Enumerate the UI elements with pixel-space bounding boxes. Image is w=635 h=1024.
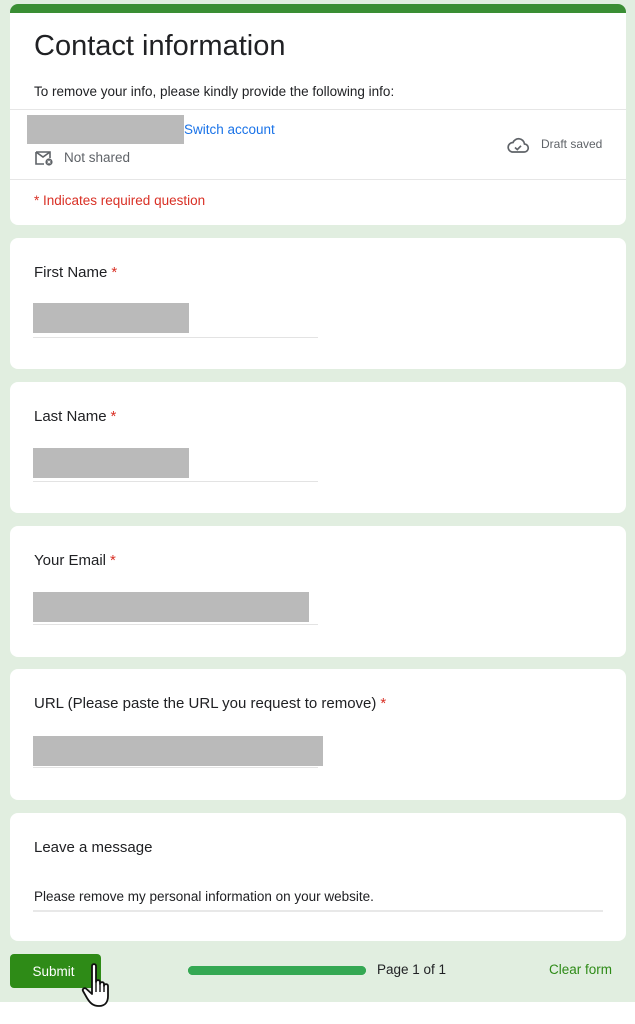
progress-bar-fill — [188, 966, 366, 975]
required-asterisk: * — [111, 264, 118, 281]
form-description: To remove your info, please kindly provi… — [34, 84, 395, 99]
question-label: Leave a message — [34, 839, 152, 856]
divider — [10, 179, 626, 180]
input-underline — [33, 767, 318, 768]
account-email-redacted — [27, 115, 184, 144]
header-accent-bar — [10, 4, 626, 13]
first-name-input[interactable] — [33, 303, 189, 333]
input-underline — [33, 910, 603, 912]
form-title: Contact information — [34, 30, 286, 62]
question-card-message: Leave a message Please remove my persona… — [10, 813, 626, 941]
question-label: URL (Please paste the URL you request to… — [34, 695, 386, 712]
switch-account-link[interactable]: Switch account — [184, 122, 275, 137]
clear-form-button[interactable]: Clear form — [549, 962, 612, 977]
page-indicator: Page 1 of 1 — [377, 962, 447, 977]
question-label: Last Name * — [34, 408, 116, 425]
hand-pointer-cursor-icon — [81, 963, 109, 1007]
not-shared-label: Not shared — [64, 150, 131, 165]
required-asterisk: * — [109, 552, 116, 569]
cloud-check-icon — [507, 137, 530, 153]
progress-bar — [188, 966, 366, 975]
question-title: First Name — [34, 264, 108, 281]
question-title: Leave a message — [34, 839, 153, 856]
question-title: URL (Please paste the URL you request to… — [34, 695, 377, 712]
draft-saved-status: Draft saved — [541, 137, 603, 151]
question-card-first-name: First Name * — [10, 238, 626, 369]
input-underline — [33, 337, 318, 338]
required-asterisk: * — [380, 695, 387, 712]
message-input[interactable]: Please remove my personal information on… — [34, 889, 374, 904]
question-card-url: URL (Please paste the URL you request to… — [10, 669, 626, 800]
question-title: Your Email — [34, 552, 106, 569]
question-card-email: Your Email * — [10, 526, 626, 657]
mail-off-icon — [35, 151, 53, 166]
form-header-card: Contact information To remove your info,… — [10, 4, 626, 225]
email-input[interactable] — [33, 592, 309, 622]
required-question-note: * Indicates required question — [34, 193, 206, 208]
input-underline — [33, 624, 318, 625]
required-asterisk: * — [110, 408, 117, 425]
question-card-last-name: Last Name * — [10, 382, 626, 513]
question-label: Your Email * — [34, 552, 116, 569]
question-label: First Name * — [34, 264, 117, 281]
divider — [10, 109, 626, 110]
last-name-input[interactable] — [33, 448, 189, 478]
question-title: Last Name — [34, 408, 107, 425]
input-underline — [33, 481, 318, 482]
url-input[interactable] — [33, 736, 323, 766]
